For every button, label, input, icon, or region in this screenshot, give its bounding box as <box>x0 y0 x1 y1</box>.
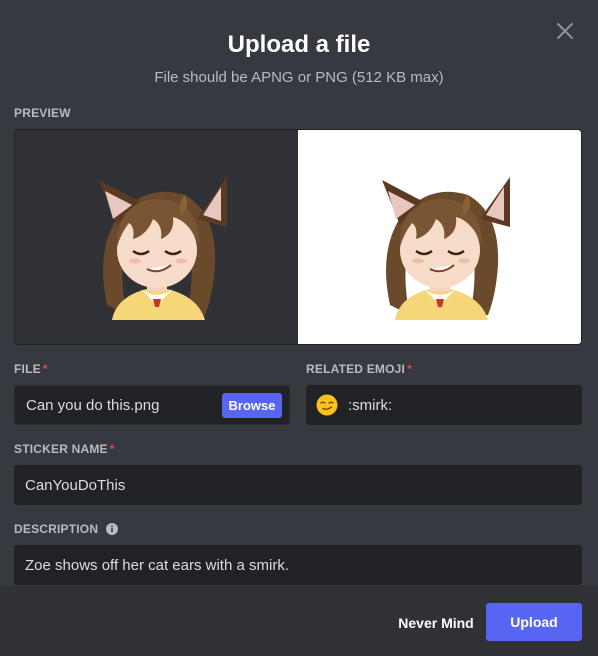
file-label-text: FILE <box>14 362 41 376</box>
description-label-text: DESCRIPTION <box>14 522 99 536</box>
required-mark: * <box>42 362 48 376</box>
file-field[interactable]: Can you do this.png Browse <box>14 385 290 425</box>
sticker-image-dark <box>77 155 237 320</box>
sticker-name-label-text: STICKER NAME <box>14 442 108 456</box>
modal-title: Upload a file <box>227 31 371 58</box>
related-emoji-label: RELATED EMOJI * <box>306 362 412 376</box>
description-input[interactable]: Zoe shows off her cat ears with a smirk. <box>14 545 582 585</box>
sticker-name-label: STICKER NAME * <box>14 442 115 456</box>
file-name-value: Can you do this.png <box>26 396 160 414</box>
upload-file-modal: Upload a file File should be APNG or PNG… <box>0 0 598 656</box>
related-emoji-label-text: RELATED EMOJI <box>306 362 406 376</box>
description-label: DESCRIPTION <box>14 522 118 536</box>
file-label: FILE * <box>14 362 48 376</box>
browse-button[interactable]: Browse <box>222 393 282 418</box>
sticker-image-light <box>360 155 520 320</box>
smirk-emoji-icon <box>316 394 338 416</box>
related-emoji-value: :smirk: <box>348 396 393 414</box>
never-mind-button[interactable]: Never Mind <box>396 604 476 642</box>
required-mark: * <box>407 362 412 376</box>
required-mark: * <box>109 442 115 456</box>
preview-light-background <box>298 130 581 344</box>
sticker-preview <box>14 129 582 345</box>
sticker-name-value: CanYouDoThis <box>25 476 126 494</box>
info-icon[interactable] <box>105 522 118 535</box>
preview-dark-background <box>15 130 298 344</box>
preview-label: PREVIEW <box>14 106 71 120</box>
modal-subtitle: File should be APNG or PNG (512 KB max) <box>154 69 444 86</box>
sticker-name-input[interactable]: CanYouDoThis <box>14 465 582 505</box>
related-emoji-field[interactable]: :smirk: <box>306 385 582 425</box>
description-value: Zoe shows off her cat ears with a smirk. <box>25 556 289 574</box>
upload-button[interactable]: Upload <box>486 603 582 641</box>
